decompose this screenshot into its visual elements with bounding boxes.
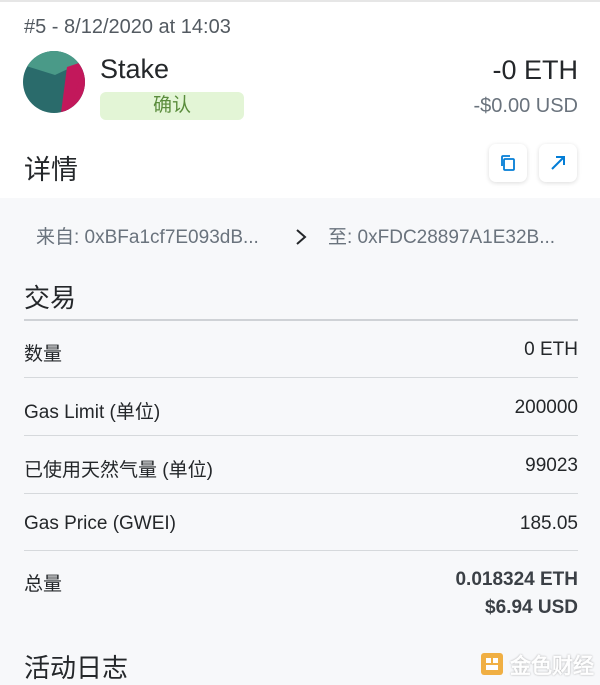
- divider: [24, 435, 578, 436]
- divider: [24, 550, 578, 551]
- row-value-amount: 0 ETH: [524, 339, 578, 360]
- divider: [24, 377, 578, 378]
- transaction-amount: -0 ETH: [492, 55, 578, 85]
- fiat-amount: -$0.00 USD: [473, 95, 579, 117]
- details-heading: 详情: [24, 155, 78, 185]
- row-value-gas-used: 99023: [525, 455, 578, 476]
- row-value-gas-price: 185.05: [519, 513, 578, 534]
- copy-icon: [501, 155, 515, 171]
- from-address[interactable]: 来自: 0xBFa1cf7E093dB...: [36, 222, 259, 249]
- divider: [24, 319, 578, 321]
- watermark-logo-icon: [481, 653, 503, 675]
- row-value-total: 0.018324 ETH: [455, 569, 578, 590]
- transaction-id: #5 - 8/12/2020 at 14:03: [24, 16, 231, 38]
- row-label-amount: 数量: [24, 344, 63, 365]
- watermark: 金色财经: [480, 648, 600, 680]
- external-link-icon: [551, 156, 565, 170]
- top-border: [0, 0, 600, 2]
- row-label-gas-limit: Gas Limit (单位): [24, 402, 161, 423]
- account-avatar: [23, 51, 85, 113]
- row-label-gas-price: Gas Price (GWEI): [24, 513, 177, 534]
- watermark-text: 金色财经: [510, 655, 594, 678]
- row-value-gas-limit: 200000: [514, 397, 578, 418]
- status-badge: 确认: [100, 92, 244, 120]
- view-on-explorer-button[interactable]: [539, 144, 577, 182]
- address-row: 来自: 0xBFa1cf7E093dB... 至: 0xFDC28897A1E3…: [0, 222, 600, 254]
- to-address[interactable]: 至: 0xFDC28897A1E32B...: [328, 222, 555, 249]
- copy-button[interactable]: [489, 144, 527, 182]
- transaction-heading: 交易: [24, 283, 77, 313]
- chevron-right-icon: [296, 229, 307, 245]
- activity-log-heading: 活动日志: [24, 653, 129, 683]
- row-label-gas-used: 已使用天然气量 (单位): [24, 460, 213, 481]
- row-label-total: 总量: [24, 574, 63, 595]
- row-value-total-fiat: $6.94 USD: [485, 597, 578, 618]
- transaction-title: Stake: [100, 54, 170, 84]
- divider: [24, 493, 578, 494]
